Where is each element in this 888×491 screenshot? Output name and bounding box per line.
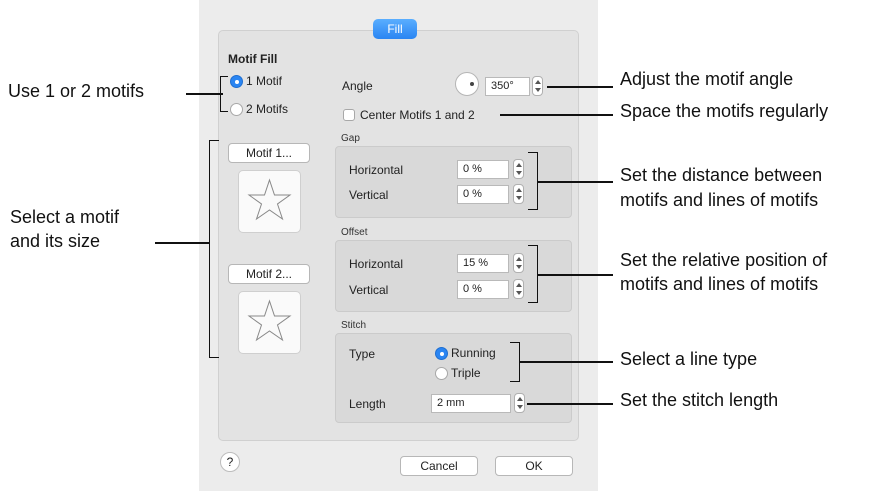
- motif-fill-heading: Motif Fill: [228, 52, 278, 66]
- stitch-type-label: Type: [349, 347, 376, 361]
- offset-vertical-stepper[interactable]: [513, 279, 524, 299]
- annotation-space-regularly: Space the motifs regularly: [620, 101, 829, 121]
- stitch-length-field[interactable]: 2 mm: [431, 394, 511, 413]
- annotation-offset-2: motifs and lines of motifs: [620, 274, 819, 294]
- bracket-stitch-type: [510, 342, 520, 382]
- motif2-button[interactable]: Motif 2...: [228, 264, 310, 284]
- annotation-gap-1: Set the distance between: [620, 165, 823, 185]
- bracket-gap: [528, 152, 538, 210]
- radio-2-motifs[interactable]: [230, 103, 243, 116]
- offset-horizontal-field[interactable]: 15 %: [457, 254, 509, 273]
- gap-title: Gap: [341, 133, 360, 144]
- offset-horizontal-stepper[interactable]: [513, 253, 524, 273]
- help-button[interactable]: ?: [220, 452, 240, 472]
- radio-triple[interactable]: [435, 367, 448, 380]
- offset-title: Offset: [341, 227, 368, 238]
- leader-line-center: [500, 114, 613, 116]
- annotation-stitch-length: Set the stitch length: [620, 390, 779, 410]
- star-icon: [247, 299, 292, 342]
- stitch-length-stepper[interactable]: [514, 393, 525, 413]
- annotation-use-motifs: Use 1 or 2 motifs: [8, 81, 145, 101]
- offset-vertical-label: Vertical: [349, 283, 389, 297]
- leader-line-select-motif: [155, 242, 210, 244]
- radio-2-motifs-label: 2 Motifs: [246, 102, 289, 116]
- annotation-line-type: Select a line type: [620, 349, 758, 369]
- stitch-length-label: Length: [349, 397, 386, 411]
- leader-line-stitch-length: [527, 403, 613, 405]
- motif1-button[interactable]: Motif 1...: [228, 143, 310, 163]
- cancel-button[interactable]: Cancel: [400, 456, 478, 476]
- star-icon: [247, 178, 292, 221]
- tab-fill[interactable]: Fill: [373, 19, 417, 39]
- radio-1-motif-label: 1 Motif: [246, 74, 283, 88]
- annotation-select-motif-1: Select a motif: [10, 207, 120, 227]
- center-motifs-label: Center Motifs 1 and 2: [360, 108, 475, 122]
- bracket-motif-selection: [209, 140, 219, 358]
- annotation-gap-2: motifs and lines of motifs: [620, 190, 819, 210]
- gap-vertical-label: Vertical: [349, 188, 389, 202]
- center-motifs-checkbox[interactable]: [343, 109, 355, 121]
- angle-label: Angle: [342, 79, 373, 93]
- leader-line-line-type: [520, 361, 613, 363]
- gap-vertical-field[interactable]: 0 %: [457, 185, 509, 204]
- angle-stepper[interactable]: [532, 76, 543, 96]
- angle-dial[interactable]: [455, 72, 479, 96]
- motif1-preview[interactable]: [238, 170, 301, 233]
- leader-line-gap: [538, 181, 613, 183]
- annotation-offset-1: Set the relative position of: [620, 250, 828, 270]
- radio-1-motif[interactable]: [230, 75, 243, 88]
- leader-line-offset: [538, 274, 613, 276]
- gap-horizontal-field[interactable]: 0 %: [457, 160, 509, 179]
- radio-running-label: Running: [451, 346, 496, 360]
- ok-button[interactable]: OK: [495, 456, 573, 476]
- bracket-offset: [528, 245, 538, 303]
- offset-vertical-field[interactable]: 0 %: [457, 280, 509, 299]
- stitch-title: Stitch: [341, 320, 367, 331]
- gap-vertical-stepper[interactable]: [513, 184, 524, 204]
- motif2-preview[interactable]: [238, 291, 301, 354]
- angle-field[interactable]: 350°: [485, 77, 530, 96]
- annotation-adjust-angle: Adjust the motif angle: [620, 69, 794, 89]
- leader-line-use-motifs: [186, 93, 223, 95]
- radio-running[interactable]: [435, 347, 448, 360]
- gap-horizontal-stepper[interactable]: [513, 159, 524, 179]
- bracket-motif-radios: [220, 76, 228, 112]
- annotation-select-motif-2: and its size: [10, 231, 101, 251]
- radio-triple-label: Triple: [451, 366, 481, 380]
- gap-horizontal-label: Horizontal: [349, 163, 404, 177]
- offset-horizontal-label: Horizontal: [349, 257, 404, 271]
- leader-line-angle: [547, 86, 613, 88]
